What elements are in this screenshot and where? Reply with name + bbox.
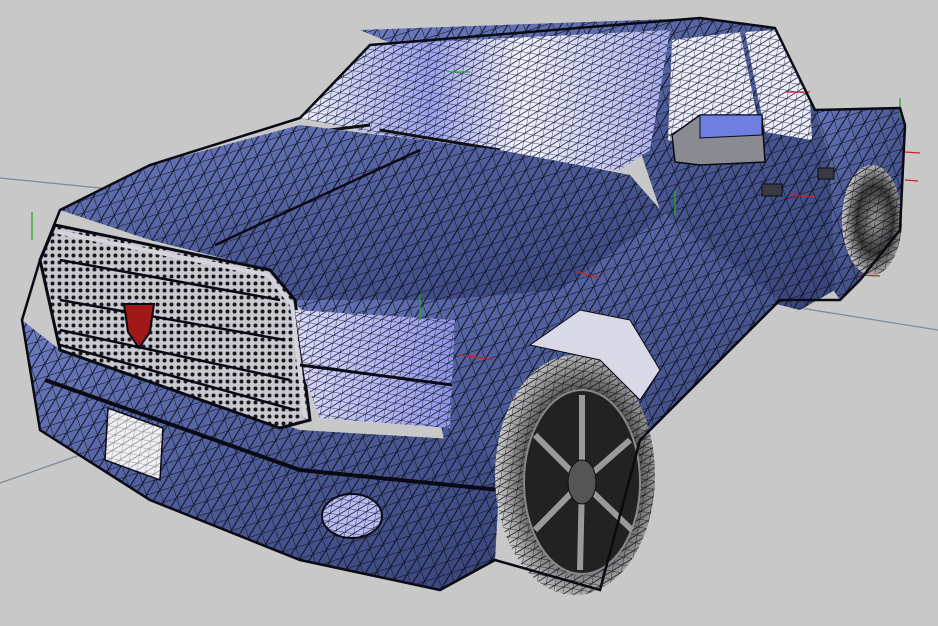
scene-canvas[interactable] <box>0 0 938 626</box>
hub <box>567 459 597 505</box>
door-handle-rear <box>817 167 835 180</box>
headlight[interactable] <box>295 310 455 428</box>
3d-viewport[interactable] <box>0 0 938 626</box>
door-handle-front <box>761 183 783 197</box>
